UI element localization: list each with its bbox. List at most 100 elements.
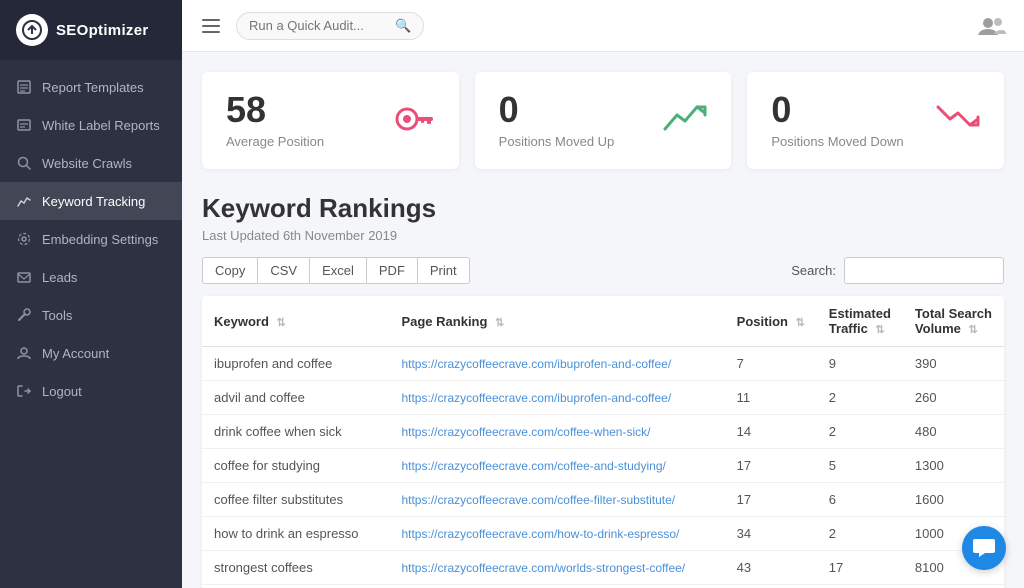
cell-estimated-traffic: 2 xyxy=(817,517,903,551)
sidebar-item-white-label-reports[interactable]: White Label Reports xyxy=(0,106,182,144)
sidebar-item-label-white-label-reports: White Label Reports xyxy=(42,118,160,133)
cell-keyword: coffee filter substitutes xyxy=(202,483,389,517)
export-pdf-button[interactable]: PDF xyxy=(367,257,418,284)
cell-total-search-volume: 390 xyxy=(903,347,1004,381)
col-estimated-traffic: EstimatedTraffic ⇅ xyxy=(817,296,903,347)
sidebar-item-embedding-settings[interactable]: Embedding Settings xyxy=(0,220,182,258)
cell-keyword: coffee for studying xyxy=(202,449,389,483)
cell-keyword: ibuprofen and coffee xyxy=(202,347,389,381)
cell-keyword: how to drink an espresso xyxy=(202,517,389,551)
table-row: drink coffee when sick https://crazycoff… xyxy=(202,415,1004,449)
sidebar-item-label-website-crawls: Website Crawls xyxy=(42,156,132,171)
sidebar-item-tools[interactable]: Tools xyxy=(0,296,182,334)
sidebar-item-leads[interactable]: Leads xyxy=(0,258,182,296)
sidebar-item-website-crawls[interactable]: Website Crawls xyxy=(0,144,182,182)
topbar: 🔍 xyxy=(182,0,1024,52)
chat-bubble[interactable] xyxy=(962,526,1006,570)
table-row: most expensive coffee beans https://craz… xyxy=(202,585,1004,588)
col-position: Position ⇅ xyxy=(725,296,817,347)
cell-page-ranking[interactable]: https://crazycoffeecrave.com/coffee-filt… xyxy=(389,483,724,517)
main-area: 🔍 58 Average Position xyxy=(182,0,1024,588)
col-keyword: Keyword ⇅ xyxy=(202,296,389,347)
cell-page-ranking[interactable]: https://crazycoffeecrave.com/ibuprofen-a… xyxy=(389,347,724,381)
sidebar-item-label-logout: Logout xyxy=(42,384,82,399)
leads-icon xyxy=(16,269,32,285)
cell-page-ranking[interactable]: https://crazycoffeecrave.com/coffee-and-… xyxy=(389,449,724,483)
positions-down-label: Positions Moved Down xyxy=(771,134,903,149)
sidebar-item-logout[interactable]: Logout xyxy=(0,372,182,410)
website-crawls-icon xyxy=(16,155,32,171)
positions-up-value: 0 xyxy=(499,92,615,128)
sidebar-item-label-leads: Leads xyxy=(42,270,77,285)
sidebar-item-label-keyword-tracking: Keyword Tracking xyxy=(42,194,145,209)
export-buttons: CopyCSVExcelPDFPrint xyxy=(202,257,470,284)
cell-keyword: most expensive coffee beans xyxy=(202,585,389,588)
sidebar-item-label-report-templates: Report Templates xyxy=(42,80,144,95)
sidebar-item-label-tools: Tools xyxy=(42,308,72,323)
menu-toggle[interactable] xyxy=(198,15,224,37)
cell-position: 17 xyxy=(725,449,817,483)
cell-position: 14 xyxy=(725,415,817,449)
quick-audit-search[interactable]: 🔍 xyxy=(236,12,424,40)
stat-card-avg-position: 58 Average Position xyxy=(202,72,459,169)
cell-page-ranking[interactable]: https://crazycoffeecrave.com/ibuprofen-a… xyxy=(389,381,724,415)
cell-position: 49 xyxy=(725,585,817,588)
sidebar-item-keyword-tracking[interactable]: Keyword Tracking xyxy=(0,182,182,220)
export-print-button[interactable]: Print xyxy=(418,257,470,284)
export-csv-button[interactable]: CSV xyxy=(258,257,310,284)
sidebar-item-report-templates[interactable]: Report Templates xyxy=(0,68,182,106)
section-title: Keyword Rankings xyxy=(202,193,1004,224)
cell-keyword: advil and coffee xyxy=(202,381,389,415)
cell-page-ranking[interactable]: https://crazycoffeecrave.com/how-to-drin… xyxy=(389,517,724,551)
cell-estimated-traffic: 2 xyxy=(817,415,903,449)
cell-page-ranking[interactable]: https://crazycoffeecrave.com/worlds-stro… xyxy=(389,551,724,585)
table-body: ibuprofen and coffee https://crazycoffee… xyxy=(202,347,1004,588)
cell-total-search-volume: 1600 xyxy=(903,483,1004,517)
stat-card-positions-down: 0 Positions Moved Down xyxy=(747,72,1004,169)
search-input[interactable] xyxy=(249,18,389,33)
cell-page-ranking[interactable]: https://crazycoffeecrave.com/coffee-when… xyxy=(389,415,724,449)
avg-position-label: Average Position xyxy=(226,134,324,149)
logo[interactable]: SEOptimizer xyxy=(0,0,182,60)
search-label: Search: xyxy=(791,263,836,278)
logo-text: SEOptimizer xyxy=(56,22,149,39)
sidebar-item-label-embedding-settings: Embedding Settings xyxy=(42,232,158,247)
cell-total-search-volume: 260 xyxy=(903,381,1004,415)
export-copy-button[interactable]: Copy xyxy=(202,257,258,284)
col-page-ranking: Page Ranking ⇅ xyxy=(389,296,724,347)
table-controls: CopyCSVExcelPDFPrint Search: xyxy=(202,257,1004,284)
table-search-input[interactable] xyxy=(844,257,1004,284)
cell-total-search-volume: 1000 xyxy=(903,585,1004,588)
cell-total-search-volume: 1300 xyxy=(903,449,1004,483)
table-row: strongest coffees https://crazycoffeecra… xyxy=(202,551,1004,585)
cell-estimated-traffic: 6 xyxy=(817,483,903,517)
arrow-up-icon xyxy=(663,101,707,141)
table-row: advil and coffee https://crazycoffeecrav… xyxy=(202,381,1004,415)
embedding-settings-icon xyxy=(16,231,32,247)
cell-position: 17 xyxy=(725,483,817,517)
table-row: coffee for studying https://crazycoffeec… xyxy=(202,449,1004,483)
section-subtitle: Last Updated 6th November 2019 xyxy=(202,228,1004,243)
users-icon[interactable] xyxy=(976,10,1008,42)
export-excel-button[interactable]: Excel xyxy=(310,257,367,284)
sidebar-item-my-account[interactable]: My Account xyxy=(0,334,182,372)
search-icon: 🔍 xyxy=(395,18,411,34)
cell-estimated-traffic: 9 xyxy=(817,347,903,381)
cell-position: 34 xyxy=(725,517,817,551)
white-label-reports-icon xyxy=(16,117,32,133)
logo-icon xyxy=(16,14,48,46)
sidebar-item-label-my-account: My Account xyxy=(42,346,109,361)
sidebar: SEOptimizer Report Templates White Label… xyxy=(0,0,182,588)
cell-position: 7 xyxy=(725,347,817,381)
cell-keyword: strongest coffees xyxy=(202,551,389,585)
cell-estimated-traffic: 2 xyxy=(817,585,903,588)
table-header: Keyword ⇅ Page Ranking ⇅ Position ⇅ Esti… xyxy=(202,296,1004,347)
arrow-down-icon xyxy=(936,101,980,141)
tools-icon xyxy=(16,307,32,323)
sidebar-nav: Report Templates White Label Reports Web… xyxy=(0,60,182,588)
cell-keyword: drink coffee when sick xyxy=(202,415,389,449)
stat-cards: 58 Average Position 0 Posi xyxy=(202,72,1004,169)
positions-down-value: 0 xyxy=(771,92,903,128)
cell-page-ranking[interactable]: https://crazycoffeecrave.com/most-expens… xyxy=(389,585,724,588)
report-templates-icon xyxy=(16,79,32,95)
